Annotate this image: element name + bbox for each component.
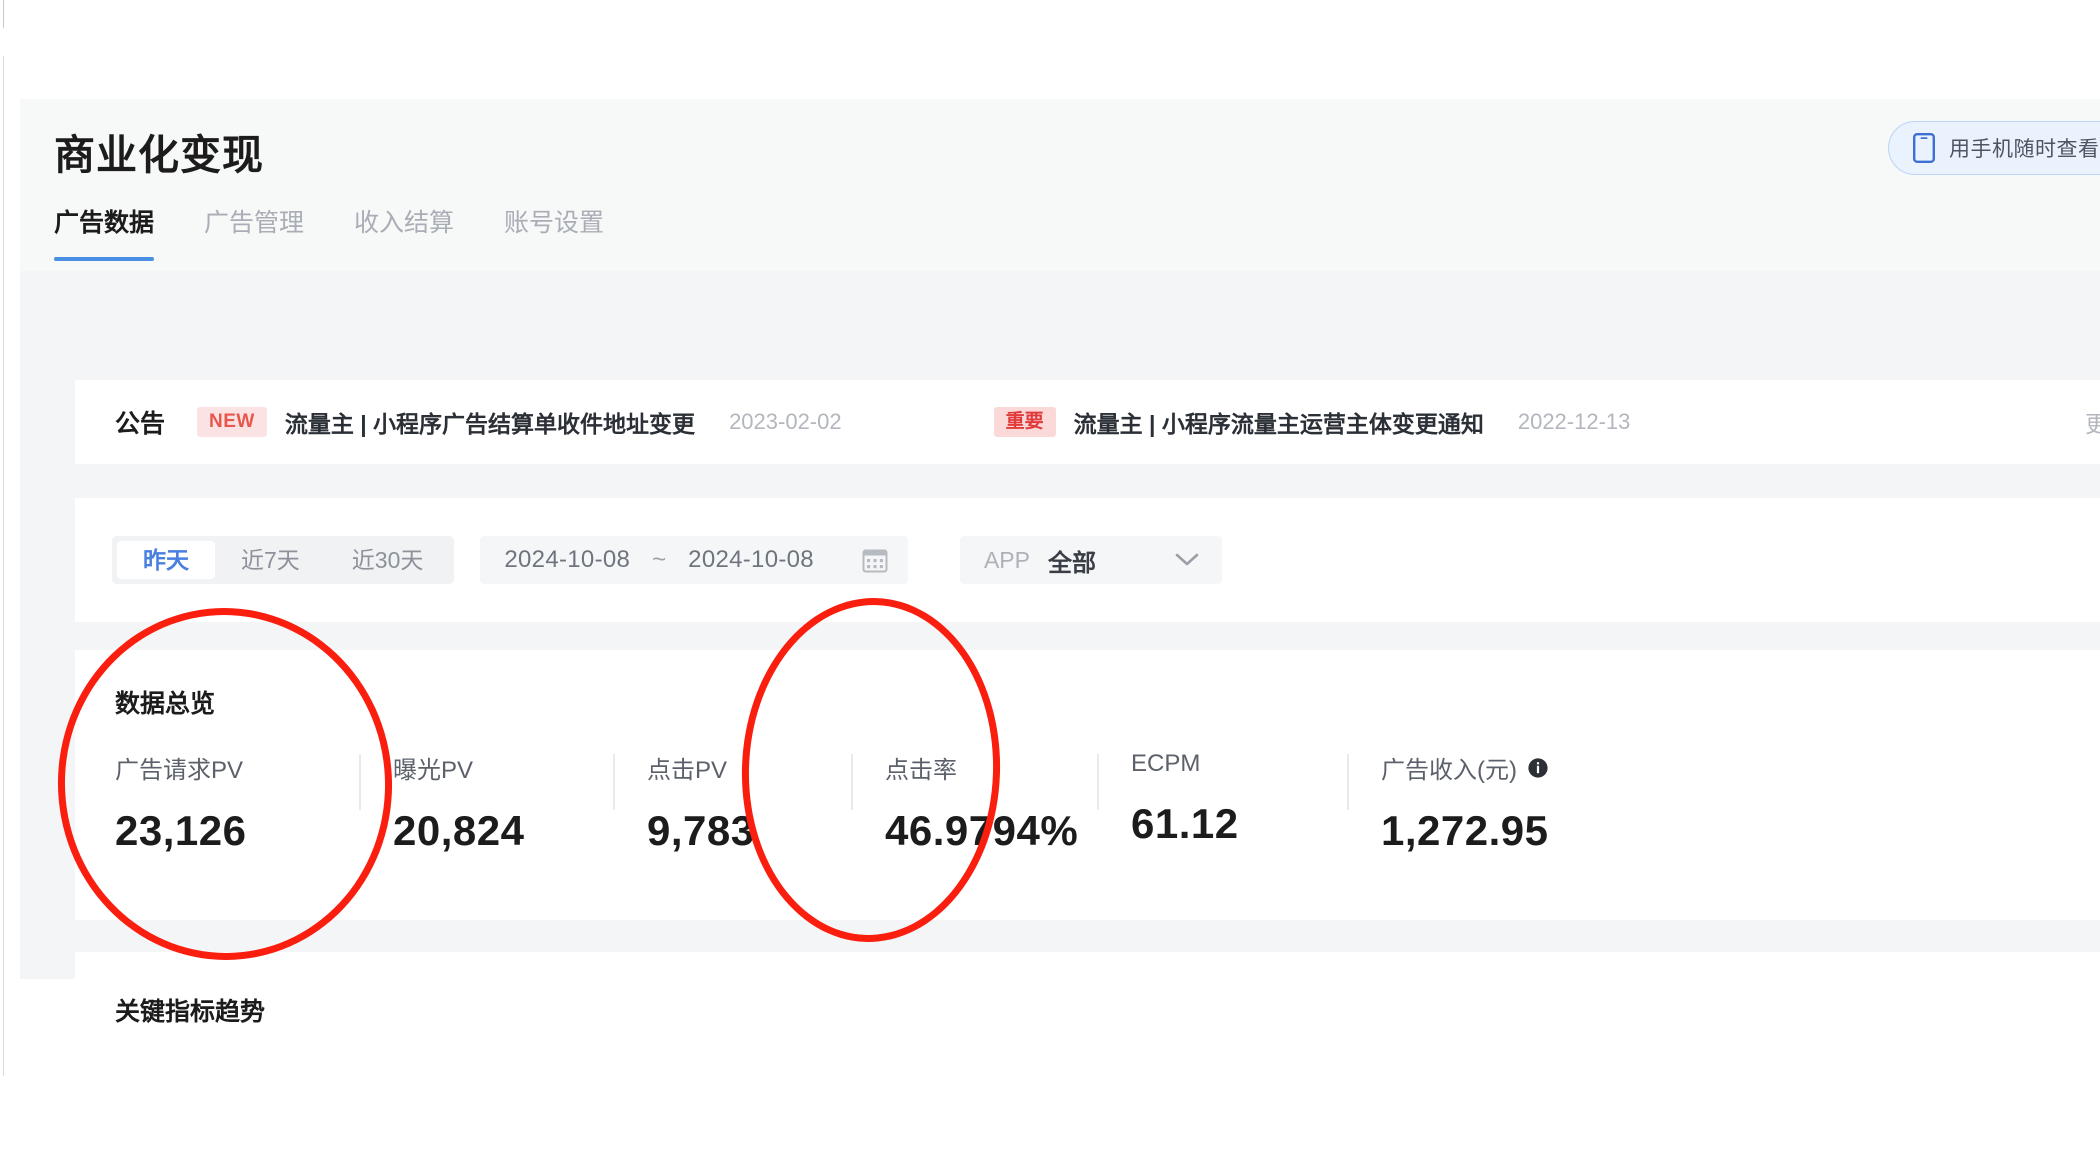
announcement-label: 公告	[115, 410, 166, 438]
announcement-item-1-date: 2023-02-02	[729, 409, 842, 434]
date-preset-yesterday[interactable]: 昨天	[117, 541, 215, 579]
metric-value: 20,824	[393, 807, 525, 854]
view-on-phone-label: 用手机随时查看数据	[1949, 138, 2100, 161]
metric-label: ECPM	[1131, 750, 1347, 778]
data-overview-title: 数据总览	[115, 690, 216, 718]
date-end-input[interactable]: 2024-10-08	[688, 546, 814, 574]
date-preset-last30days[interactable]: 近30天	[326, 541, 450, 579]
chevron-down-icon[interactable]	[1174, 552, 1200, 568]
metric-value: 61.12	[1131, 800, 1239, 847]
app-select[interactable]: APP 全部	[959, 536, 1222, 584]
metric-label: 点击率	[885, 750, 1097, 785]
badge-new: NEW	[197, 407, 267, 437]
announcement-card: 公告 NEW 流量主 | 小程序广告结算单收件地址变更 2023-02-02 重…	[75, 380, 2100, 464]
metric-label-text: ECPM	[1131, 750, 1201, 777]
tab-ad-data[interactable]: 广告数据	[54, 203, 182, 261]
metric-value: 46.9794%	[885, 807, 1079, 854]
page-header: 商业化变现 用手机随时查看数据 广告数据 广告管理 收入结算 账号设置	[20, 99, 2100, 271]
phone-icon	[1913, 133, 1935, 163]
date-range-picker[interactable]: 2024-10-08 ~ 2024-10-08	[480, 536, 908, 584]
window-edge-line-lower	[3, 56, 4, 1076]
key-metrics-trend-card: 关键指标趋势	[75, 952, 2100, 1080]
metric-value: 23,126	[115, 807, 247, 854]
app-select-label: APP	[983, 546, 1030, 573]
metric-label: 广告请求PV	[115, 750, 359, 785]
calendar-icon[interactable]	[862, 547, 888, 573]
metric-label-text: 点击率	[885, 757, 957, 784]
info-icon[interactable]	[1527, 757, 1549, 779]
page-title: 商业化变现	[54, 132, 264, 178]
metric-label-text: 广告收入(元)	[1381, 757, 1517, 784]
metric-label-text: 广告请求PV	[115, 757, 244, 784]
metric-click-pv: 点击PV 9,783	[613, 750, 851, 855]
metric-ad-request-pv: 广告请求PV 23,126	[115, 750, 359, 855]
metric-label: 点击PV	[647, 750, 851, 785]
metric-label-text: 曝光PV	[393, 757, 474, 784]
metric-click-rate: 点击率 46.9794%	[851, 750, 1097, 855]
date-preset-last7days[interactable]: 近7天	[215, 541, 326, 579]
announcement-item-2-text[interactable]: 流量主 | 小程序流量主运营主体变更通知	[1074, 405, 1484, 439]
metric-value: 9,783	[647, 807, 755, 854]
window-edge-line	[3, 0, 4, 28]
announcement-row: 公告 NEW 流量主 | 小程序广告结算单收件地址变更 2023-02-02 重…	[75, 380, 2100, 464]
date-start-input[interactable]: 2024-10-08	[504, 546, 630, 574]
app-select-value: 全部	[1047, 549, 1096, 577]
metric-label: 广告收入(元)	[1381, 750, 1647, 785]
metric-label-text: 点击PV	[647, 757, 728, 784]
metric-impression-pv: 曝光PV 20,824	[359, 750, 613, 855]
announcement-more-link[interactable]: 更多	[2085, 405, 2100, 439]
filter-card: 昨天 近7天 近30天 2024-10-08 ~ 2024-10-08 APP …	[75, 498, 2100, 622]
tab-bar: 广告数据 广告管理 收入结算 账号设置	[54, 203, 654, 261]
metric-value: 1,272.95	[1381, 807, 1549, 854]
metric-label: 曝光PV	[393, 750, 613, 785]
metric-ad-revenue: 广告收入(元) 1,272.95	[1347, 750, 1647, 855]
app-screen: 商业化变现 用手机随时查看数据 广告数据 广告管理 收入结算 账号设置 公告 N…	[0, 0, 2100, 1156]
announcement-item-1-text[interactable]: 流量主 | 小程序广告结算单收件地址变更	[285, 405, 695, 439]
tab-revenue-settlement[interactable]: 收入结算	[354, 203, 482, 261]
view-on-phone-button[interactable]: 用手机随时查看数据	[1888, 121, 2100, 175]
tab-ad-management[interactable]: 广告管理	[204, 203, 332, 261]
data-overview-card: 数据总览 广告请求PV 23,126 曝光PV 20,824 点击PV 9,78…	[75, 650, 2100, 920]
announcement-item-2-date: 2022-12-13	[1517, 409, 1631, 434]
metrics-list: 广告请求PV 23,126 曝光PV 20,824 点击PV 9,783 点击率	[115, 750, 2100, 855]
date-preset-group: 昨天 近7天 近30天	[112, 536, 455, 584]
badge-important: 重要	[993, 407, 1056, 437]
date-range-separator: ~	[652, 546, 667, 573]
metric-ecpm: ECPM 61.12	[1097, 750, 1347, 855]
key-metrics-trend-title: 关键指标趋势	[115, 998, 266, 1026]
tab-account-settings[interactable]: 账号设置	[504, 203, 632, 261]
filter-row: 昨天 近7天 近30天 2024-10-08 ~ 2024-10-08 APP …	[75, 498, 2100, 622]
